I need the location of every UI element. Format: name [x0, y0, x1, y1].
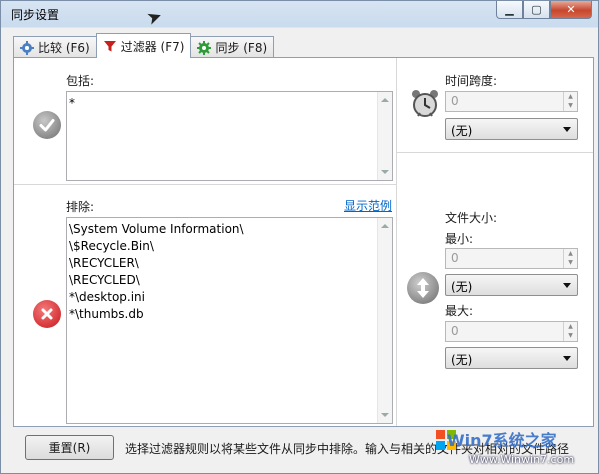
exclude-line: \RECYCLED\	[69, 273, 140, 287]
tab-strip: 比较 (F6) 过滤器 (F7) 同步 (F8)	[13, 33, 275, 58]
right-divider	[397, 152, 593, 153]
exclude-scrollbar[interactable]	[377, 218, 392, 423]
min-size-unit: (无)	[451, 280, 473, 294]
exclude-line: *\desktop.ini	[69, 290, 145, 304]
cross-icon	[33, 300, 61, 328]
watermark-brand: Win7系统之家	[447, 431, 557, 450]
checkmark-icon	[33, 111, 61, 139]
time-span-unit-select[interactable]: (无)	[445, 118, 578, 140]
watermark-url: Www.Winwin7.com	[469, 453, 575, 466]
include-value: *	[69, 96, 75, 110]
chevron-down-icon	[563, 127, 571, 132]
title-bar[interactable]: 同步设置 ➤ ▁ ▢ ✕	[1, 1, 598, 30]
exclude-line: \RECYCLER\	[69, 256, 139, 270]
exclude-textarea[interactable]: \System Volume Information\ \$Recycle.Bi…	[66, 217, 393, 424]
exclude-line: \$Recycle.Bin\	[69, 239, 154, 253]
size-arrows-icon	[407, 272, 439, 304]
gear-icon	[20, 40, 34, 55]
alarm-clock-icon	[410, 88, 440, 118]
exclude-line: \System Volume Information\	[69, 222, 244, 236]
vertical-divider	[396, 58, 397, 426]
max-size-unit: (无)	[451, 353, 473, 367]
mouse-cursor-icon: ➤	[143, 5, 166, 30]
chevron-down-icon	[563, 283, 571, 288]
min-size-spinner[interactable]: ▲ ▼	[563, 249, 577, 268]
min-size-unit-select[interactable]: (无)	[445, 274, 578, 296]
exclude-line: *\thumbs.db	[69, 307, 144, 321]
max-size-unit-select[interactable]: (无)	[445, 347, 578, 369]
filter-panel: 包括: * 排除: 显示范例 \System Volume Informatio…	[13, 57, 594, 427]
time-span-value: 0	[451, 94, 459, 108]
tab-compare[interactable]: 比较 (F6)	[13, 36, 97, 58]
include-label: 包括:	[66, 74, 95, 88]
max-size-value: 0	[451, 324, 459, 338]
max-size-input[interactable]: 0 ▲ ▼	[445, 321, 578, 342]
minimize-button[interactable]: ▁	[496, 1, 523, 19]
max-size-label: 最大:	[445, 304, 474, 318]
tab-sync[interactable]: 同步 (F8)	[190, 36, 275, 58]
time-span-unit: (无)	[451, 124, 473, 138]
reset-button-label: 重置(R)	[48, 441, 91, 455]
time-span-spinner[interactable]: ▲ ▼	[563, 92, 577, 111]
window-title: 同步设置	[11, 8, 60, 22]
include-textarea[interactable]: *	[66, 91, 393, 181]
min-size-value: 0	[451, 251, 459, 265]
tab-compare-label: 比较 (F6)	[38, 41, 90, 55]
left-divider	[14, 184, 396, 185]
window-controls: ▁ ▢ ✕	[496, 1, 592, 19]
maximize-button[interactable]: ▢	[523, 1, 550, 19]
min-size-label: 最小:	[445, 232, 474, 246]
min-size-input[interactable]: 0 ▲ ▼	[445, 248, 578, 269]
file-size-label: 文件大小:	[445, 211, 498, 225]
tab-filter[interactable]: 过滤器 (F7)	[95, 33, 192, 58]
filter-icon	[103, 39, 117, 53]
gear-green-icon	[197, 40, 212, 55]
time-span-input[interactable]: 0 ▲ ▼	[445, 91, 578, 112]
sync-settings-window: 同步设置 ➤ ▁ ▢ ✕ 比较 (F6) 过滤器 (F7) 同步 (F8) 包括…	[0, 0, 599, 474]
tab-sync-label: 同步 (F8)	[215, 41, 268, 55]
exclude-label: 排除:	[66, 200, 95, 214]
close-button[interactable]: ✕	[550, 1, 592, 19]
chevron-down-icon	[563, 356, 571, 361]
include-scrollbar[interactable]	[377, 92, 392, 180]
show-example-link[interactable]: 显示范例	[344, 197, 392, 214]
max-size-spinner[interactable]: ▲ ▼	[563, 322, 577, 341]
tab-filter-label: 过滤器 (F7)	[120, 39, 185, 54]
time-span-label: 时间跨度:	[445, 74, 498, 88]
reset-button[interactable]: 重置(R)	[25, 435, 114, 460]
